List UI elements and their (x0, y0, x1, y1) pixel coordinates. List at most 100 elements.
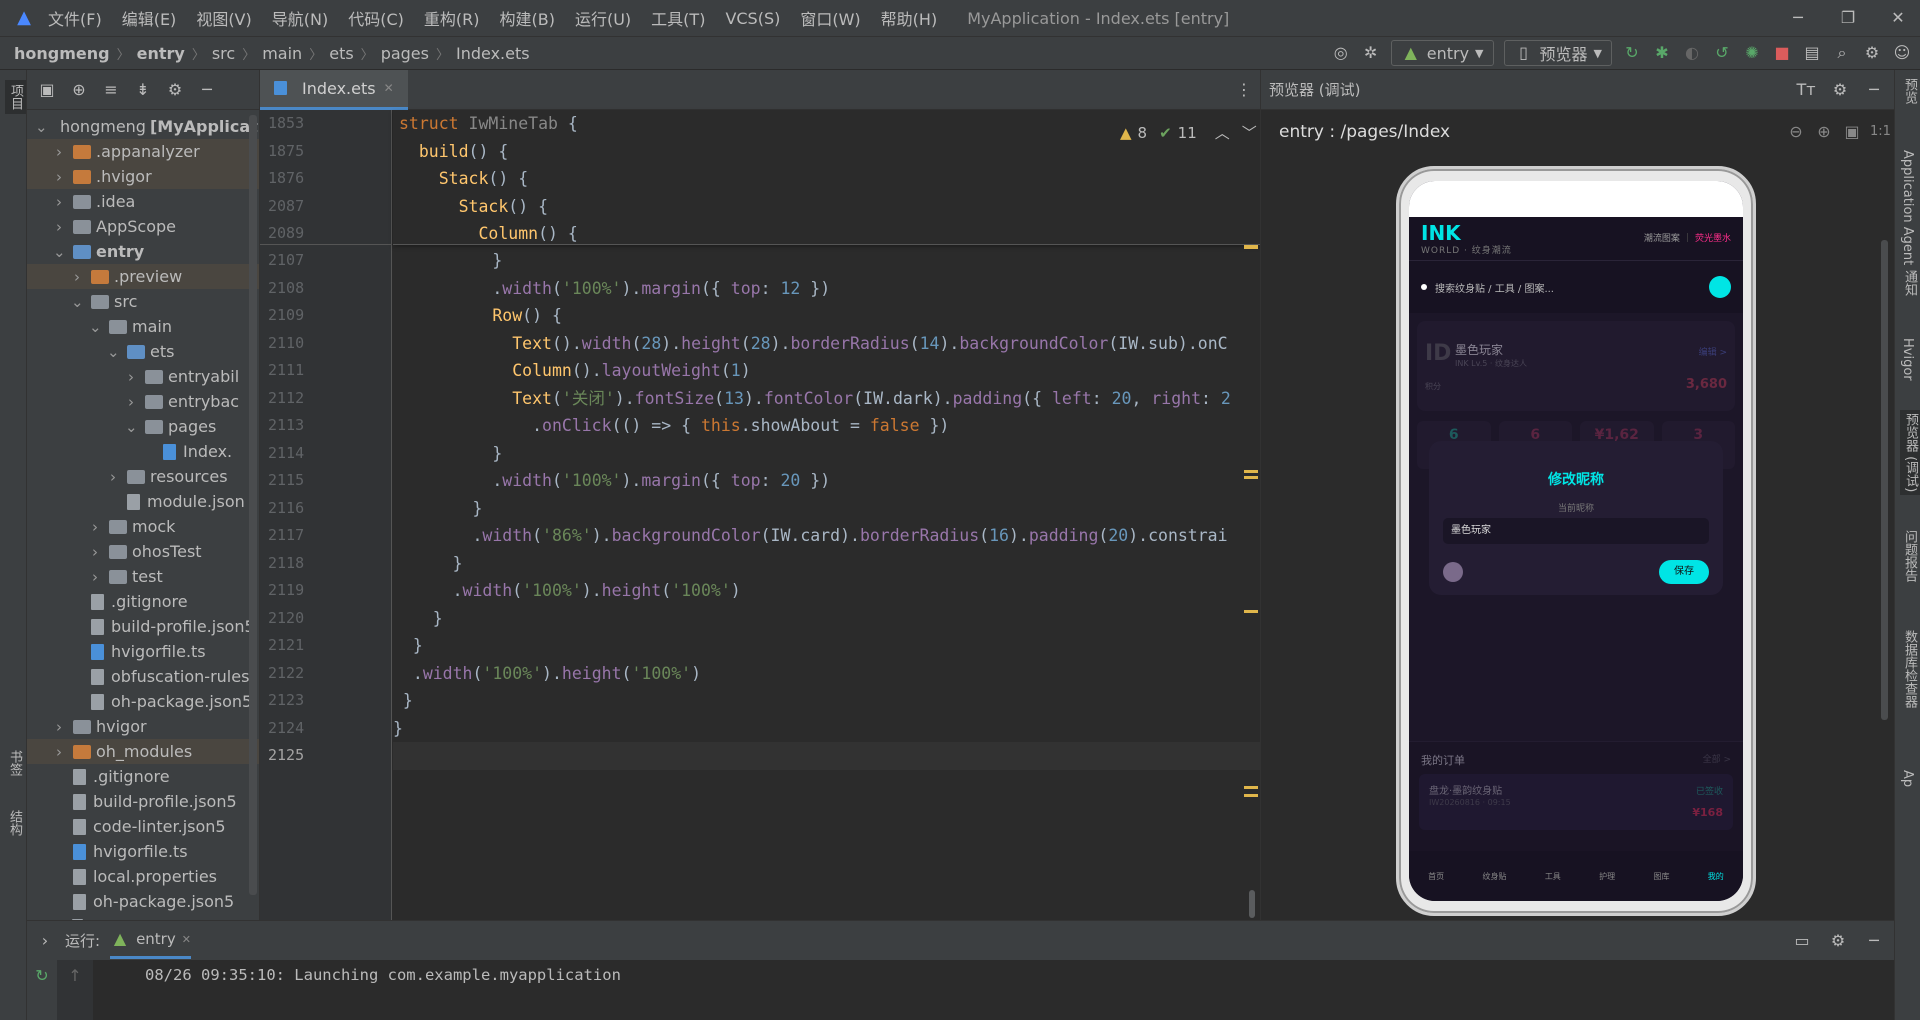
layout-icon[interactable]: ▭ (1792, 931, 1812, 951)
code-line[interactable]: .width('100%').margin({ top: 20 }) (393, 467, 1260, 495)
minimize-icon[interactable]: ─ (1788, 8, 1808, 28)
app-tab-0[interactable]: 首页 (1428, 871, 1444, 882)
nav-link-neon-ink[interactable]: 荧光墨水 (1695, 231, 1731, 244)
search-button[interactable] (1709, 276, 1731, 298)
menu-item-10[interactable]: 窗口(W) (800, 6, 860, 30)
chevron-down-icon[interactable]: ⌄ (35, 118, 48, 136)
more-tabs-icon[interactable]: ⋮ (1234, 80, 1254, 100)
tree-item[interactable]: oh-package.json5 (27, 889, 259, 914)
app-tab-2[interactable]: 工具 (1545, 871, 1561, 882)
menu-item-11[interactable]: 帮助(H) (881, 6, 938, 30)
tree-item[interactable]: .gitignore (27, 589, 259, 614)
menu-item-8[interactable]: 工具(T) (651, 6, 705, 30)
chevron-down-icon[interactable]: ⌄ (107, 343, 120, 361)
tree-item[interactable]: .gitignore (27, 764, 259, 789)
tree-item[interactable]: › entryabil (27, 364, 259, 389)
chevron-right-icon[interactable]: › (35, 931, 55, 951)
gear-icon[interactable]: ⚙ (1830, 80, 1850, 100)
breadcrumb-item[interactable]: pages (381, 44, 429, 63)
hide-icon[interactable]: ─ (1864, 931, 1884, 951)
tree-item[interactable]: hvigorfile.ts (27, 639, 259, 664)
tree-item[interactable]: › mock (27, 514, 259, 539)
tree-item[interactable]: › entrybac (27, 389, 259, 414)
close-icon[interactable]: ✕ (1888, 8, 1908, 28)
tree-item[interactable]: build-profile.json5 (27, 789, 259, 814)
code-line[interactable]: } (393, 495, 1260, 523)
code-line[interactable]: } (393, 632, 1260, 660)
tree-item[interactable]: › .appanalyzer (27, 139, 259, 164)
menu-item-1[interactable]: 编辑(E) (122, 6, 177, 30)
ratio-icon[interactable]: 1:1 (1870, 122, 1891, 142)
tree-item[interactable]: ⌄ main (27, 314, 259, 339)
rerun-icon[interactable]: ↻ (1622, 43, 1642, 63)
tree-item[interactable]: › resources (27, 464, 259, 489)
edit-profile-link[interactable]: 编辑 > (1699, 345, 1727, 358)
settings-icon[interactable]: ⚙ (1862, 43, 1882, 63)
tree-item[interactable]: ⌄ entry (27, 239, 259, 264)
stop-icon[interactable]: ■ (1772, 43, 1792, 63)
code-line[interactable]: .width('86%').backgroundColor(IW.card).b… (393, 522, 1260, 550)
code-line[interactable]: .width('100%').height('100%') (393, 577, 1260, 605)
code-line[interactable]: } (393, 550, 1260, 578)
chevron-right-icon[interactable]: › (53, 143, 65, 161)
chevron-right-icon[interactable]: › (53, 718, 65, 736)
maximize-icon[interactable]: ❐ (1838, 8, 1858, 28)
code-line[interactable]: .width('100%').margin({ top: 12 }) (393, 275, 1260, 303)
right-tool-tab-1[interactable]: Application Agent (1900, 150, 1915, 265)
hide-icon[interactable]: ─ (1864, 80, 1884, 100)
code-line[interactable]: } (393, 247, 1260, 275)
device-manager-icon[interactable]: ▤ (1802, 43, 1822, 63)
right-tool-tab-2[interactable]: 通知 (1900, 270, 1919, 296)
locate-icon[interactable]: ⊕ (69, 80, 89, 100)
text-size-icon[interactable]: Tт (1796, 80, 1816, 100)
avatar-circle[interactable] (1443, 562, 1463, 582)
code-line[interactable]: .onClick(() => { this.showAbout = false … (393, 412, 1260, 440)
breadcrumb-item[interactable]: src (212, 44, 235, 63)
menu-item-6[interactable]: 构建(B) (500, 6, 555, 30)
breadcrumb-item[interactable]: ets (329, 44, 353, 63)
chevron-right-icon[interactable]: › (125, 368, 137, 386)
app-tab-4[interactable]: 图库 (1653, 871, 1669, 882)
attach-icon[interactable]: ◐ (1682, 43, 1702, 63)
right-tool-tab-4[interactable]: 预览器 (调试) (1900, 410, 1920, 496)
code-line[interactable] (393, 742, 1260, 770)
project-tool-tab[interactable]: 项目 (5, 80, 26, 114)
nickname-input[interactable]: 墨色玩家 (1443, 518, 1709, 544)
gear-icon[interactable]: ⚙ (1828, 931, 1848, 951)
tree-item[interactable]: › hvigor (27, 714, 259, 739)
tab-index-ets[interactable]: Index.ets ✕ (260, 69, 408, 110)
tree-item[interactable]: local.properties (27, 864, 259, 889)
breadcrumb-item[interactable]: entry (137, 44, 185, 63)
sticky-code-line[interactable]: Column() { (393, 220, 1260, 248)
sticky-code-line[interactable]: Stack() { (393, 193, 1260, 221)
tree-item[interactable]: ⌄ hongmeng [MyApplicati (27, 114, 259, 139)
search-icon[interactable]: ⌕ (1832, 43, 1852, 63)
app-tab-1[interactable]: 纹身贴 (1482, 871, 1506, 882)
chevron-right-icon[interactable]: › (53, 218, 65, 236)
breadcrumb-item[interactable]: hongmeng (14, 44, 110, 63)
tree-item[interactable]: › oh_modules (27, 739, 259, 764)
chevron-down-icon[interactable]: ⌄ (71, 293, 84, 311)
menu-item-9[interactable]: VCS(S) (725, 9, 780, 28)
save-button[interactable]: 保存 (1659, 560, 1709, 584)
menu-item-3[interactable]: 导航(N) (272, 6, 328, 30)
nav-link-patterns[interactable]: 潮流图案 (1644, 231, 1680, 244)
order-card[interactable]: 盘龙·墨韵纹身贴 IW20260816 · 09:15 已签收 ¥168 (1419, 774, 1733, 830)
chevron-right-icon[interactable]: › (89, 568, 101, 586)
sticky-code-line[interactable]: Stack() { (393, 165, 1260, 193)
code-line[interactable]: } (393, 715, 1260, 743)
right-tool-tab-6[interactable]: 数据库检查器 (1900, 630, 1919, 708)
tree-item[interactable]: oh-package.json5 (27, 689, 259, 714)
search-bar[interactable]: 搜索纹身贴 / 工具 / 图案... (1409, 261, 1743, 313)
code-line[interactable]: Text().width(28).height(28).borderRadius… (393, 330, 1260, 358)
bug-icon[interactable]: ✲ (1361, 43, 1381, 63)
code-line[interactable]: } (393, 687, 1260, 715)
app-tab-3[interactable]: 护理 (1599, 871, 1615, 882)
chevron-right-icon[interactable]: › (53, 193, 65, 211)
panel-view-icon[interactable]: ▣ (37, 80, 57, 100)
code-line[interactable]: Text('关闭').fontSize(13).fontColor(IW.dar… (393, 385, 1260, 413)
code-line[interactable]: Column().layoutWeight(1) (393, 357, 1260, 385)
chevron-down-icon[interactable]: ⌄ (125, 418, 138, 436)
tree-item[interactable]: › AppScope (27, 214, 259, 239)
rerun-icon[interactable]: ↻ (32, 966, 52, 986)
